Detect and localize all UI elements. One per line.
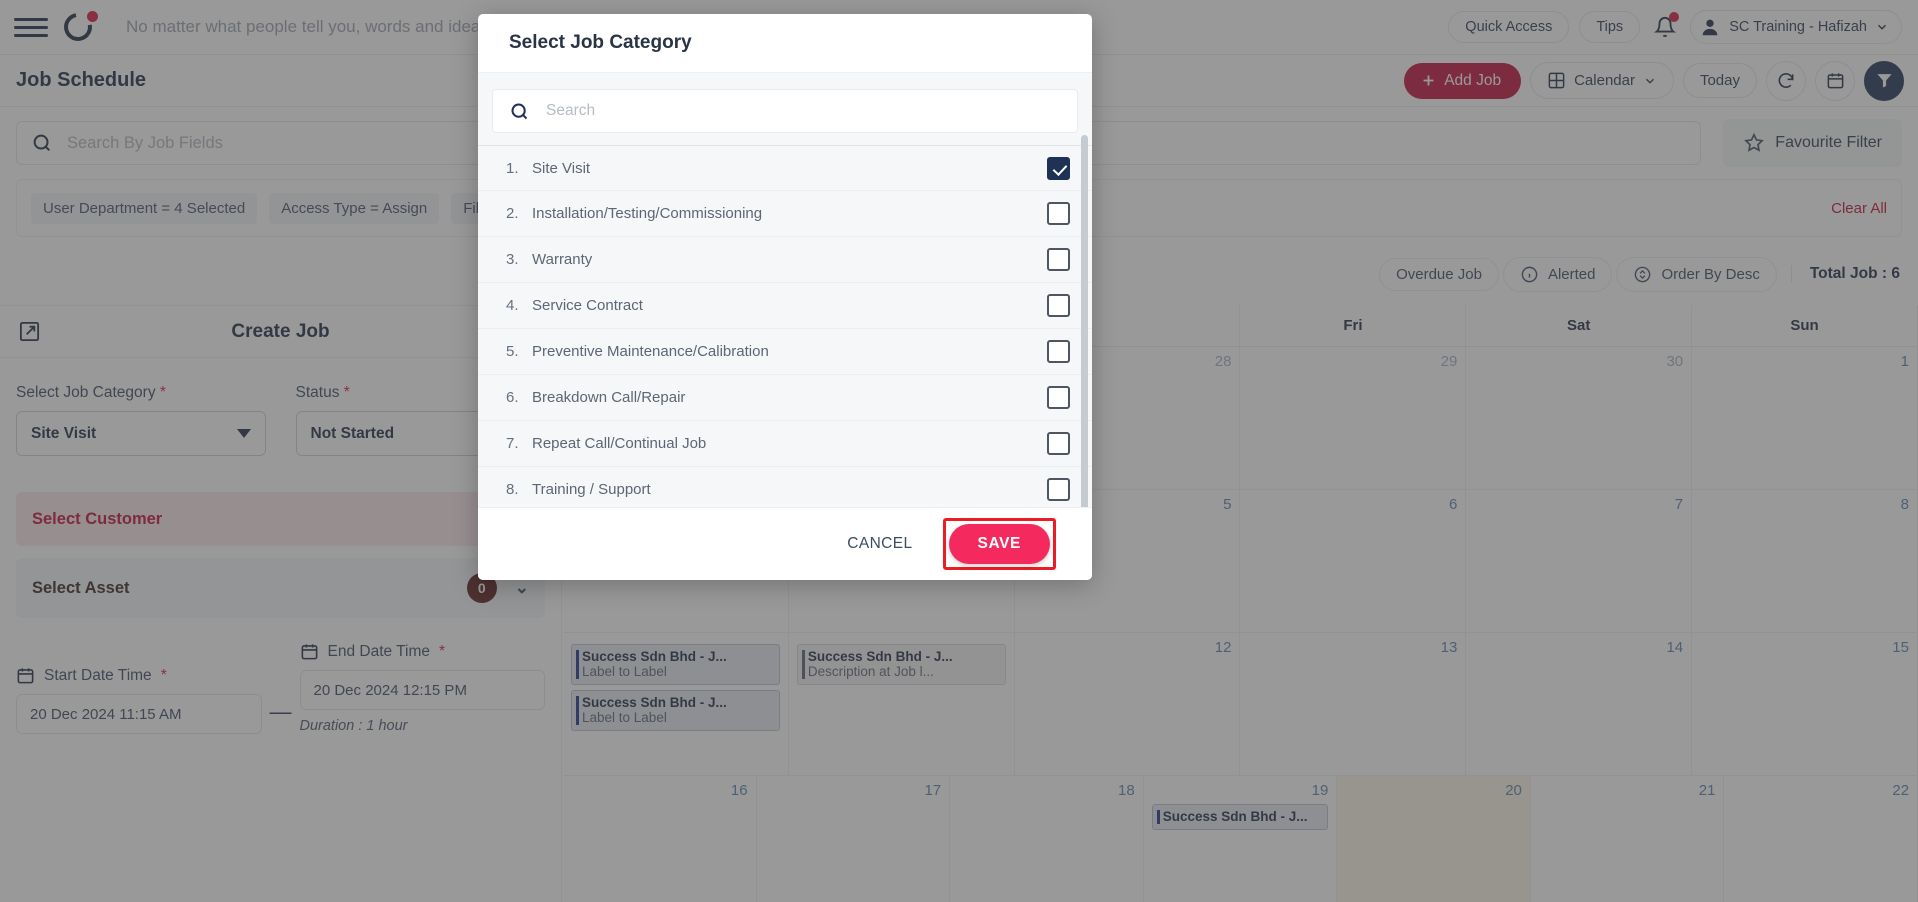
category-list: 1. Site Visit 2. Installation/Testing/Co…: [478, 145, 1092, 507]
item-checkbox[interactable]: [1047, 340, 1070, 363]
dialog-title: Select Job Category: [478, 14, 1092, 73]
item-label: Breakdown Call/Repair: [532, 389, 686, 406]
item-label: Preventive Maintenance/Calibration: [532, 343, 769, 360]
item-number: 5.: [506, 343, 519, 360]
category-list-item[interactable]: 5. Preventive Maintenance/Calibration: [478, 329, 1092, 375]
save-button[interactable]: SAVE: [948, 524, 1050, 564]
screen-root: No matter what people tell you, words an…: [0, 0, 1918, 902]
category-list-item[interactable]: 1. Site Visit: [478, 145, 1092, 191]
item-label: Installation/Testing/Commissioning: [532, 205, 763, 222]
dialog-scrollbar[interactable]: [1081, 135, 1088, 507]
item-label: Warranty: [532, 251, 593, 268]
item-checkbox[interactable]: [1047, 248, 1070, 271]
cancel-button[interactable]: CANCEL: [831, 525, 928, 563]
category-search-placeholder: Search: [546, 102, 596, 119]
item-number: 1.: [506, 159, 519, 177]
select-job-category-dialog: Select Job Category Search 1. Site Visit…: [478, 14, 1092, 580]
item-label: Repeat Call/Continual Job: [532, 435, 707, 452]
category-list-item[interactable]: 6. Breakdown Call/Repair: [478, 375, 1092, 421]
dialog-body: Search 1. Site Visit 2. Installation/Tes…: [478, 73, 1092, 507]
item-number: 4.: [506, 297, 519, 314]
category-list-item[interactable]: 8. Training / Support: [478, 467, 1092, 507]
item-checkbox[interactable]: [1047, 386, 1070, 409]
item-number: 2.: [506, 205, 519, 222]
category-search-input[interactable]: Search: [492, 89, 1078, 133]
item-label: Training / Support: [532, 481, 651, 498]
category-list-item[interactable]: 7. Repeat Call/Continual Job: [478, 421, 1092, 467]
category-list-item[interactable]: 4. Service Contract: [478, 283, 1092, 329]
item-number: 7.: [506, 435, 519, 452]
dialog-footer: CANCEL SAVE: [478, 507, 1092, 580]
category-list-item[interactable]: 2. Installation/Testing/Commissioning: [478, 191, 1092, 237]
item-number: 3.: [506, 251, 519, 268]
item-label: Site Visit: [532, 159, 591, 177]
item-checkbox[interactable]: [1047, 202, 1070, 225]
item-checkbox[interactable]: [1047, 478, 1070, 501]
item-checkbox[interactable]: [1047, 294, 1070, 317]
item-number: 6.: [506, 389, 519, 406]
dialog-search-wrap: Search: [478, 73, 1092, 145]
category-list-item[interactable]: 3. Warranty: [478, 237, 1092, 283]
save-button-highlight: SAVE: [942, 518, 1056, 570]
search-icon: [511, 102, 528, 119]
item-checkbox[interactable]: [1047, 432, 1070, 455]
item-checkbox[interactable]: [1047, 156, 1070, 180]
item-label: Service Contract: [532, 297, 643, 314]
item-number: 8.: [506, 481, 519, 498]
